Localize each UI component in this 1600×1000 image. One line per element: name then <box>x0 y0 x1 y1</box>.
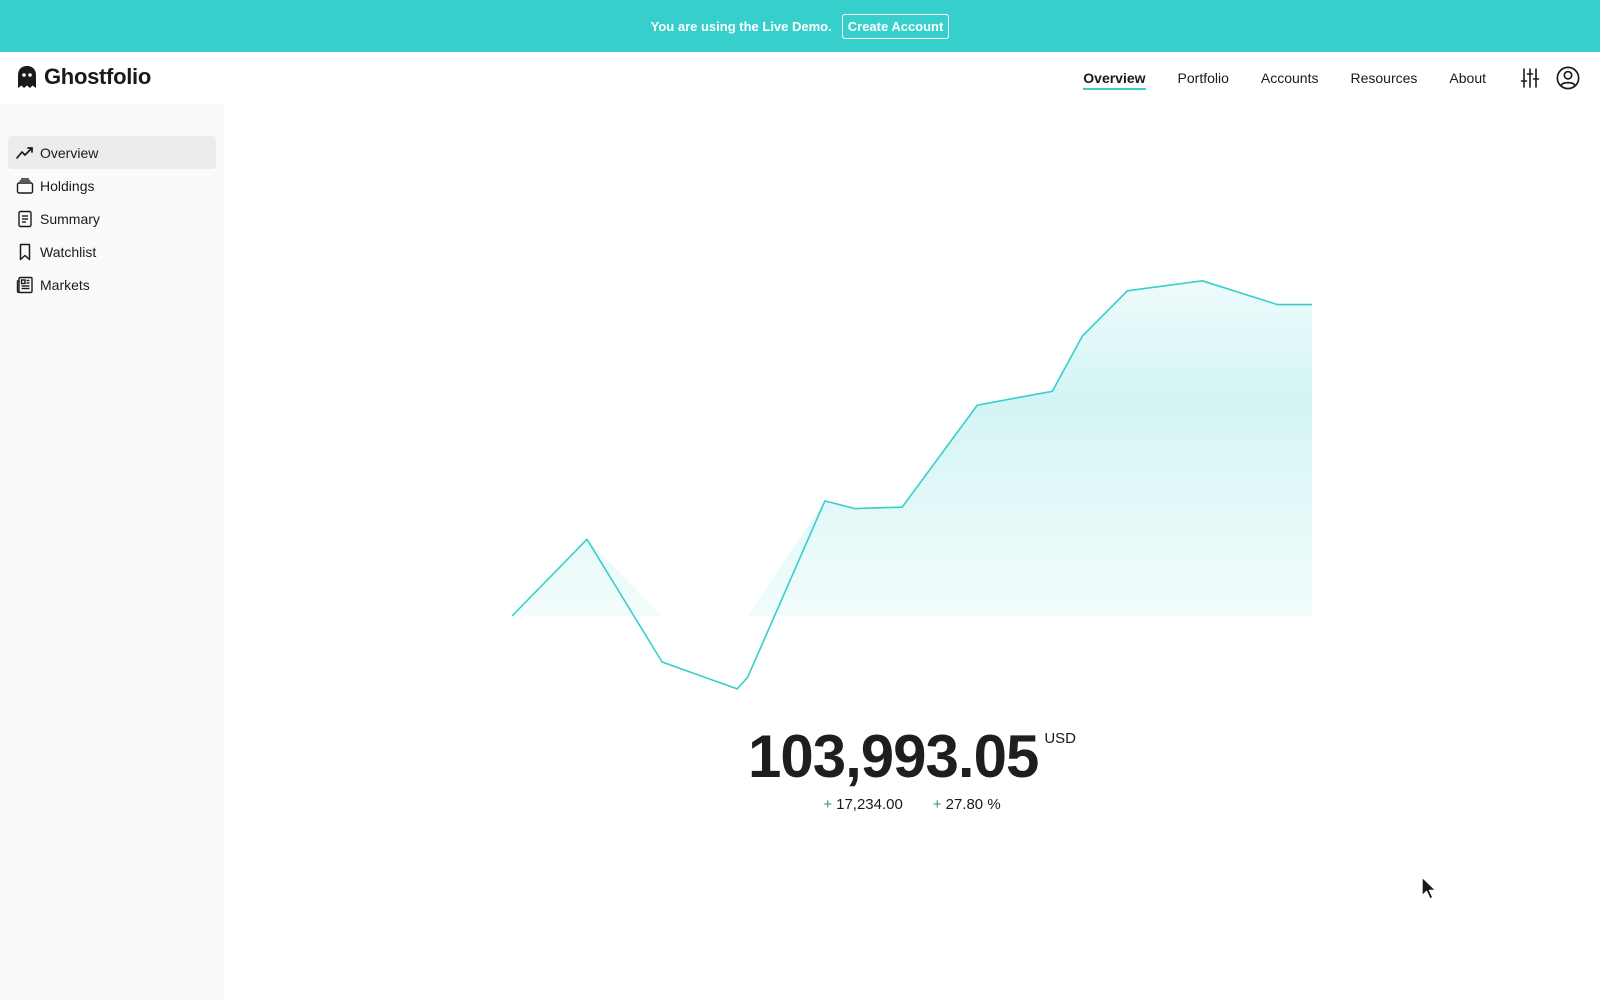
relative-change-value: 27.80 % <box>945 796 1001 813</box>
sidebar-item-label: Overview <box>40 144 99 161</box>
sidebar-item-watchlist[interactable]: Watchlist <box>8 235 216 268</box>
main-nav: Overview Portfolio Accounts Resources Ab… <box>1083 52 1600 104</box>
portfolio-value-summary: 103,993.05 USD +17,234.00 +27.80 % <box>224 723 1600 814</box>
newspaper-icon <box>16 276 33 293</box>
user-account-icon[interactable] <box>1556 66 1580 90</box>
nav-resources[interactable]: Resources <box>1350 70 1417 86</box>
nav-portfolio[interactable]: Portfolio <box>1178 70 1229 86</box>
create-account-button[interactable]: Create Account <box>841 13 950 39</box>
sidebar-item-label: Summary <box>40 210 100 227</box>
relative-change: +27.80 % <box>933 796 1001 813</box>
nav-overview[interactable]: Overview <box>1083 70 1146 90</box>
sidebar-item-summary[interactable]: Summary <box>8 202 216 235</box>
nav-about[interactable]: About <box>1449 70 1486 86</box>
sidebar: Overview Holdings Summary Watchlist Mark… <box>0 104 224 1000</box>
currency-label: USD <box>1044 730 1076 747</box>
plus-sign-icon: + <box>932 796 942 813</box>
total-value: 103,993.05 <box>748 723 1039 790</box>
sidebar-item-markets[interactable]: Markets <box>8 268 216 301</box>
ghost-logo-icon <box>18 66 36 88</box>
live-demo-banner: You are using the Live Demo. Create Acco… <box>0 0 1600 52</box>
app-name: Ghostfolio <box>44 64 151 89</box>
document-icon <box>18 210 32 227</box>
mouse-cursor-icon <box>1421 876 1437 900</box>
nav-accounts[interactable]: Accounts <box>1261 70 1319 86</box>
layers-icon <box>16 177 34 194</box>
chart-area-fill <box>512 280 1312 616</box>
trend-line-icon <box>16 146 33 159</box>
sidebar-item-label: Markets <box>40 276 90 293</box>
overview-main: 103,993.05 USD +17,234.00 +27.80 % <box>224 104 1600 1000</box>
performance-chart <box>511 280 1313 690</box>
sidebar-item-holdings[interactable]: Holdings <box>8 169 216 202</box>
app-logo[interactable]: Ghostfolio <box>16 64 151 90</box>
top-header: Ghostfolio Overview Portfolio Accounts R… <box>0 52 1600 104</box>
plus-sign-icon: + <box>823 796 833 813</box>
bookmark-icon <box>19 243 31 260</box>
settings-sliders-icon[interactable] <box>1518 66 1542 90</box>
absolute-change: +17,234.00 <box>823 796 903 813</box>
banner-message: You are using the Live Demo. <box>650 18 832 34</box>
sidebar-item-label: Holdings <box>40 177 95 194</box>
absolute-change-value: 17,234.00 <box>836 796 903 813</box>
sidebar-item-overview[interactable]: Overview <box>8 136 216 169</box>
sidebar-item-label: Watchlist <box>40 243 97 260</box>
